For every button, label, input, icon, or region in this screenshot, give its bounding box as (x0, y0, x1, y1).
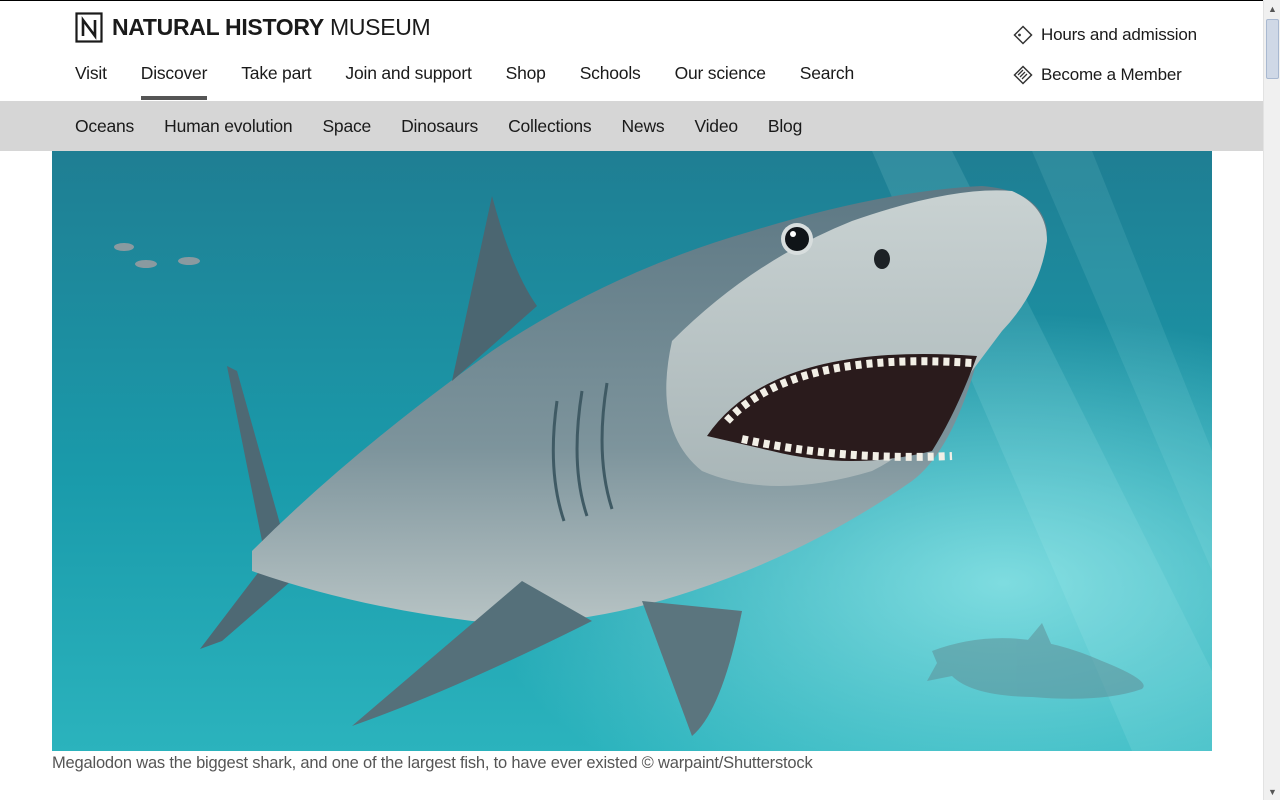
subnav-collections[interactable]: Collections (508, 116, 592, 137)
subnav-blog[interactable]: Blog (768, 116, 802, 137)
subnav-space[interactable]: Space (322, 116, 371, 137)
nav-our-science[interactable]: Our science (675, 63, 766, 100)
hero-image (52, 151, 1212, 751)
utility-links: Hours and admission Become a Member (1013, 23, 1197, 103)
logo-wordmark-bold: NATURAL HISTORY (112, 13, 324, 40)
logo-wordmark: NATURAL HISTORY MUSEUM (112, 13, 431, 40)
hours-and-admission-link[interactable]: Hours and admission (1013, 23, 1197, 47)
subnav-human-evolution[interactable]: Human evolution (164, 116, 293, 137)
scroll-up-arrow-icon[interactable]: ▲ (1265, 0, 1280, 17)
nav-shop[interactable]: Shop (506, 63, 546, 100)
nav-join-and-support[interactable]: Join and support (345, 63, 471, 100)
nav-schools[interactable]: Schools (580, 63, 641, 100)
subnav-dinosaurs[interactable]: Dinosaurs (401, 116, 478, 137)
scroll-down-arrow-icon[interactable]: ▼ (1265, 783, 1280, 800)
site-header: NATURAL HISTORY MUSEUM Visit Discover Ta… (0, 0, 1263, 101)
subnav-video[interactable]: Video (694, 116, 738, 137)
nav-search[interactable]: Search (800, 63, 854, 100)
ticket-icon (1013, 25, 1033, 45)
scrollbar-thumb[interactable] (1266, 19, 1279, 79)
nhm-n-logo-icon (75, 11, 103, 43)
hero-caption: Megalodon was the biggest shark, and one… (52, 754, 813, 772)
hours-and-admission-label: Hours and admission (1041, 25, 1197, 44)
logo-wordmark-light: MUSEUM (329, 13, 431, 40)
nav-visit[interactable]: Visit (75, 63, 107, 100)
become-a-member-label: Become a Member (1041, 65, 1182, 84)
secondary-nav: Oceans Human evolution Space Dinosaurs C… (0, 101, 1263, 151)
nav-discover[interactable]: Discover (140, 63, 208, 100)
become-a-member-link[interactable]: Become a Member (1013, 63, 1197, 87)
site-logo[interactable]: NATURAL HISTORY MUSEUM (75, 11, 431, 43)
vertical-scrollbar[interactable]: ▲ ▼ (1263, 0, 1280, 800)
primary-nav: Visit Discover Take part Join and suppor… (75, 63, 888, 100)
subnav-oceans[interactable]: Oceans (75, 116, 134, 137)
membership-card-icon (1013, 65, 1033, 85)
subnav-news[interactable]: News (621, 116, 664, 137)
nav-take-part[interactable]: Take part (241, 63, 311, 100)
megalodon-illustration (52, 151, 1212, 751)
